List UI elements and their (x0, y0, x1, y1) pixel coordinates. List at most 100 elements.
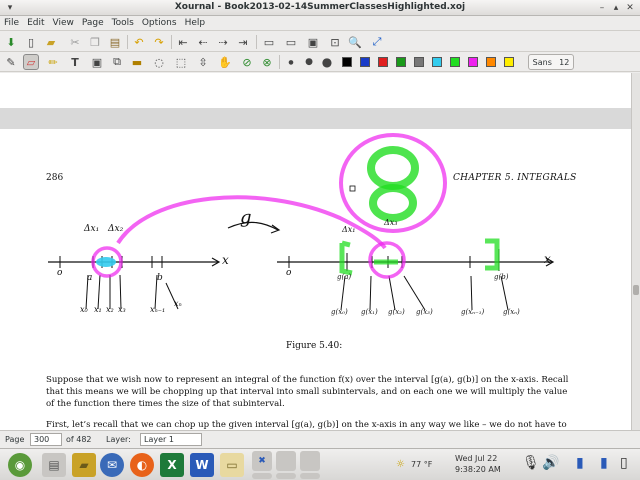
power-icon[interactable]: ▯ (620, 455, 628, 471)
menu-help[interactable]: Help (181, 16, 210, 28)
vertical-space-icon[interactable]: ⇳ (195, 54, 211, 70)
hw-g-xn: g(xₙ) (503, 308, 520, 316)
task-window-5[interactable] (276, 473, 296, 479)
weather-icon: ☼ (396, 459, 405, 470)
menu-edit[interactable]: Edit (23, 16, 48, 28)
microphone-icon[interactable]: 🎙 (522, 455, 540, 471)
fullscreen-icon[interactable]: ⤢ (369, 34, 385, 50)
hw-x1: x₁ (94, 305, 102, 314)
excel-icon[interactable]: X (160, 453, 184, 477)
zoom-out-icon[interactable]: ▭ (261, 34, 277, 50)
hw-g-xn-1: g(xₙ₋₁) (461, 308, 485, 316)
close-icon[interactable]: ✕ (624, 2, 636, 14)
hw-zero-left: o (57, 268, 63, 278)
task-window-6[interactable] (300, 473, 320, 479)
task-window-3[interactable] (300, 451, 320, 471)
save-icon[interactable]: ⬇ (3, 34, 19, 50)
color-light-blue[interactable] (432, 57, 442, 67)
open-folder-icon[interactable]: ▰ (43, 34, 59, 50)
font-size: 12 (559, 57, 570, 67)
color-orange[interactable] (486, 57, 496, 67)
task-window-4[interactable] (252, 473, 272, 479)
highlighter-icon[interactable]: ✏ (45, 54, 61, 70)
color-red[interactable] (378, 57, 388, 67)
vertical-scrollbar[interactable] (631, 73, 640, 430)
color-gray[interactable] (414, 57, 424, 67)
cut-icon[interactable]: ✂ (67, 34, 83, 50)
document-canvas[interactable]: 286 CHAPTER 5. INTEGRALS Δx₁ Δx₂ x o a b… (0, 73, 631, 430)
color-yellow[interactable] (504, 57, 514, 67)
status-bar: Page 300 of 482 Layer: Layer 1 (0, 430, 640, 448)
hw-g-x2: g(x₂) (388, 308, 405, 316)
previous-page-icon[interactable]: ⇠ (195, 34, 211, 50)
page-number-input[interactable]: 300 (30, 433, 62, 446)
search-icon[interactable]: 🔍 (347, 34, 363, 50)
menu-page[interactable]: Page (78, 16, 108, 28)
minimize-icon[interactable]: – (596, 2, 608, 14)
color-green[interactable] (396, 57, 406, 67)
zoom-fit-icon[interactable]: ⊡ (327, 34, 343, 50)
default-pen-icon[interactable]: ⊘ (239, 54, 255, 70)
figure-caption: Figure 5.40: (286, 341, 343, 351)
folder-icon[interactable]: ▭ (220, 453, 244, 477)
shape-recognizer-icon[interactable]: ⧉ (109, 54, 125, 70)
select-rectangle-icon[interactable]: ⬚ (173, 54, 189, 70)
undo-icon[interactable]: ↶ (131, 34, 147, 50)
last-page-icon[interactable]: ⇥ (235, 34, 251, 50)
firefox-icon[interactable]: ◐ (130, 453, 154, 477)
time: 9:38:20 AM (455, 465, 501, 474)
default-highlighter-icon[interactable]: ⊗ (259, 54, 275, 70)
fine-thickness-icon[interactable]: ● (283, 54, 299, 70)
ruler-icon[interactable]: ▬ (129, 54, 145, 70)
pen-icon[interactable]: ✎ (3, 54, 19, 70)
word-icon[interactable]: W (190, 453, 214, 477)
menu-options[interactable]: Options (138, 16, 181, 28)
page-count: of 482 (66, 435, 92, 444)
task-window-1[interactable]: ✖ (252, 451, 272, 471)
next-page-icon[interactable]: ⇢ (215, 34, 231, 50)
system-monitor-icon[interactable]: ▮ (600, 455, 608, 471)
layer-select[interactable]: Layer 1 (140, 433, 202, 446)
start-menu-icon[interactable]: ◉ (8, 453, 32, 477)
hw-zero-right: o (286, 268, 292, 278)
color-magenta[interactable] (468, 57, 478, 67)
show-desktop-icon[interactable]: ▤ (42, 453, 66, 477)
paste-icon[interactable]: ▤ (107, 34, 123, 50)
thunderbird-icon[interactable]: ✉ (100, 453, 124, 477)
color-blue[interactable] (360, 57, 370, 67)
text-tool-icon[interactable]: T (67, 54, 83, 70)
page-width-icon[interactable]: ▭ (283, 34, 299, 50)
maximize-icon[interactable]: ▴ (610, 2, 622, 14)
hw-g-of-b: g(b) (494, 273, 509, 281)
hw-right-delta-x3: Δx₃ (384, 218, 398, 227)
hw-delta-x1: Δx₁ (84, 224, 100, 234)
hw-x-right: x (544, 252, 551, 266)
volume-icon[interactable]: 🔊 (542, 455, 559, 471)
font-button[interactable]: Sans 12 (528, 54, 574, 70)
menu-view[interactable]: View (49, 16, 78, 28)
color-black[interactable] (342, 57, 352, 67)
hand-tool-icon[interactable]: ✋ (217, 54, 233, 70)
color-light-green[interactable] (450, 57, 460, 67)
network-icon[interactable]: ▮ (576, 455, 584, 471)
new-file-icon[interactable]: ▯ (23, 34, 39, 50)
medium-thickness-icon[interactable]: ● (301, 54, 317, 70)
hw-g: g (240, 207, 252, 228)
redo-icon[interactable]: ↷ (151, 34, 167, 50)
scrollbar-thumb[interactable] (633, 285, 639, 295)
select-region-icon[interactable]: ◌ (151, 54, 167, 70)
thick-thickness-icon[interactable]: ● (319, 54, 335, 70)
file-manager-icon[interactable]: ▰ (72, 453, 96, 477)
hw-x3: x₃ (118, 305, 126, 314)
hw-x2: x₂ (106, 305, 114, 314)
copy-icon[interactable]: ❐ (87, 34, 103, 50)
menu-file[interactable]: File (0, 16, 23, 28)
eraser-icon[interactable]: ▱ (23, 54, 39, 70)
paragraph-1-line-2: that this means we will be chopping up t… (46, 387, 568, 397)
menu-tools[interactable]: Tools (108, 16, 138, 28)
first-page-icon[interactable]: ⇤ (175, 34, 191, 50)
image-tool-icon[interactable]: ▣ (89, 54, 105, 70)
hw-b: b (157, 273, 163, 283)
zoom-in-icon[interactable]: ▣ (305, 34, 321, 50)
task-window-2[interactable] (276, 451, 296, 471)
